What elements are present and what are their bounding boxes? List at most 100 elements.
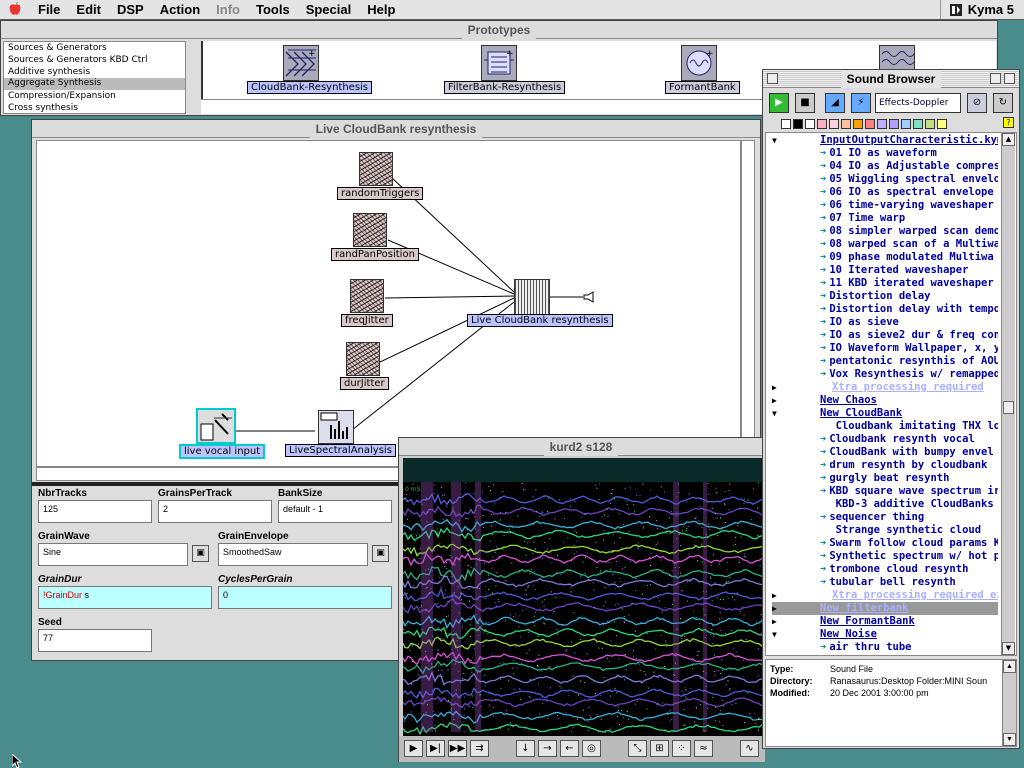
scroll-down-icon[interactable]: ▼ [1002, 642, 1015, 655]
menu-tools[interactable]: Tools [248, 2, 298, 17]
disclosure-open-icon[interactable]: ▼ [772, 630, 784, 639]
dur-jitter-node-label[interactable]: durJitter [340, 377, 389, 390]
info-scrollbar[interactable]: ▲ ▼ [1002, 660, 1016, 746]
sound-folder-row[interactable]: ▶ New FormantBank [772, 615, 998, 628]
sound-file-row[interactable]: ▶ New filterbank [772, 602, 998, 615]
grain-wave-disk-icon[interactable]: ▣ [192, 545, 209, 562]
help-icon[interactable]: ? [1003, 117, 1014, 128]
signal-flow-vscroll[interactable] [741, 140, 755, 467]
sound-file-row[interactable]: ➔ 01 IO as waveform [772, 147, 998, 160]
sound-file-row[interactable]: KBD-3 additive CloudBanks [772, 498, 998, 511]
color-swatch[interactable] [865, 119, 875, 129]
color-swatch[interactable] [937, 119, 947, 129]
disclosure-closed-icon[interactable]: ▶ [772, 396, 784, 405]
spectral-analysis-node-icon[interactable] [318, 410, 354, 444]
left-arrow-icon[interactable]: ← [560, 740, 579, 757]
grain-dur-field[interactable]: !GrainDur s [38, 586, 212, 609]
random-triggers-node-label[interactable]: randomTriggers [337, 187, 424, 200]
spectrum-titlebar[interactable]: kurd2 s128 [399, 438, 763, 456]
category-item[interactable]: Cross synthesis [8, 103, 78, 113]
color-swatch[interactable] [901, 119, 911, 129]
collapse-box-icon[interactable] [1004, 73, 1015, 84]
scroll-thumb[interactable] [1003, 401, 1014, 414]
sound-file-row[interactable]: ➔ 10 Iterated waveshaper [772, 264, 998, 277]
category-item[interactable]: Compression/Expansion [8, 91, 116, 101]
live-vocal-node-icon[interactable] [196, 408, 236, 444]
menu-special[interactable]: Special [298, 2, 360, 17]
color-swatch[interactable] [853, 119, 863, 129]
sound-file-row[interactable]: ➔ Vox Resynthesis w/ remapped [772, 368, 998, 381]
play-sync-icon[interactable]: ⇉ [470, 740, 489, 757]
category-item-selected[interactable]: Aggregate Synthesis [4, 78, 185, 90]
menu-file[interactable]: File [30, 2, 68, 17]
close-box-icon[interactable] [767, 73, 778, 84]
sound-folder-row[interactable]: ▶ New Chaos [772, 394, 998, 407]
sound-file-row[interactable]: ➔ 07 Time warp [772, 212, 998, 225]
sound-file-row[interactable]: ➔ 06 time-varying waveshaper [772, 199, 998, 212]
sound-file-row[interactable]: ▶ Xtra processing required [772, 381, 998, 394]
color-swatch[interactable] [793, 119, 803, 129]
cycles-field[interactable]: 0 [218, 586, 392, 609]
color-swatch[interactable] [889, 119, 899, 129]
color-swatch[interactable] [913, 119, 923, 129]
disclosure-open-icon[interactable]: ▼ [772, 136, 784, 145]
sound-file-row[interactable]: ➔ 08 warped scan of a Multiway [772, 238, 998, 251]
sound-file-list[interactable]: ▼ InputOutputCharacteristic.kym ➔ 01 IO as … [765, 132, 1017, 656]
compile-icon[interactable]: ⚡ [851, 93, 871, 113]
disclosure-open-icon[interactable]: ▼ [772, 409, 784, 418]
sound-folder-row[interactable]: ▼ New Noise [772, 628, 998, 641]
sound-file-row[interactable]: ➔ IO Waveform Wallpaper, x, y [772, 342, 998, 355]
zoom-box-icon[interactable] [990, 73, 1001, 84]
info-scroll-down-icon[interactable]: ▼ [1003, 733, 1016, 746]
sound-browser-titlebar[interactable]: Sound Browser [763, 70, 1019, 88]
menu-edit[interactable]: Edit [68, 2, 109, 17]
app-switcher[interactable]: Kyma 5 [939, 0, 1024, 19]
filterbank-prototype-label[interactable]: FilterBank-Resynthesis [444, 81, 566, 94]
sound-file-row[interactable]: ➔ Synthetic spectrum w/ hot pi [772, 550, 998, 563]
filterbank-prototype-icon[interactable]: + [481, 45, 517, 81]
sound-file-row[interactable]: ➔ tubular bell resynth [772, 576, 998, 589]
sound-folder-row[interactable]: ▼ New CloudBank [772, 407, 998, 420]
color-swatch[interactable] [829, 119, 839, 129]
seed-field[interactable]: 77 [38, 629, 152, 652]
color-swatch[interactable] [817, 119, 827, 129]
sound-file-row[interactable]: ➔ trombone cloud resynth [772, 563, 998, 576]
sound-list-scrollbar[interactable]: ▲ ▼ [1001, 133, 1015, 655]
sound-file-row[interactable]: Cloudbank imitating THX logo [772, 420, 998, 433]
editor-titlebar[interactable]: Live CloudBank resynthesis [32, 120, 760, 138]
menu-info[interactable]: Info [208, 2, 248, 17]
apple-menu-icon[interactable] [0, 0, 30, 19]
sound-file-row[interactable]: ➔ sequencer thing [772, 511, 998, 524]
formantbank-prototype-icon[interactable]: + [681, 45, 717, 81]
sine-icon[interactable]: ∿ [740, 740, 759, 757]
sound-file-row[interactable]: ➔ gurgly beat resynth [772, 472, 998, 485]
zoom-icon[interactable]: ⤡ [628, 740, 647, 757]
spectrum-display[interactable]: 0 mS [403, 458, 763, 736]
sound-file-row[interactable]: ➔ 09 phase modulated Multiwa [772, 251, 998, 264]
sound-file-row[interactable]: ➔ 05 Wiggling spectral envelop [772, 173, 998, 186]
sound-file-row[interactable]: ➔ Distortion delay [772, 290, 998, 303]
sound-file-row[interactable]: ➔ air thru tube [772, 641, 998, 654]
rand-pan-node-label[interactable]: randPanPosition [331, 248, 419, 261]
sound-file-row[interactable]: ➔ 11 KBD iterated waveshaper [772, 277, 998, 290]
right-arrow-icon[interactable]: → [538, 740, 557, 757]
effect-field[interactable]: Effects-Doppler [875, 93, 961, 113]
menu-action[interactable]: Action [152, 2, 208, 17]
grain-env-field[interactable]: SmoothedSaw [218, 543, 368, 566]
sound-file-row[interactable]: ➔ IO as sieve2 dur & freq contr [772, 329, 998, 342]
formantbank-prototype-label[interactable]: FormantBank [665, 81, 740, 94]
disclosure-closed-icon[interactable]: ▶ [772, 617, 784, 626]
grid-icon[interactable]: ⊞ [650, 740, 669, 757]
live-cloudbank-node-icon[interactable] [514, 279, 550, 315]
freq-jitter-node-icon[interactable] [350, 279, 384, 313]
sound-file-row[interactable]: ➔ Distortion delay with tempo [772, 303, 998, 316]
sound-folder-row[interactable]: ▼ InputOutputCharacteristic.kym [772, 134, 998, 147]
cloudbank-prototype-label[interactable]: CloudBank-Resynthesis [247, 81, 373, 94]
edit-graph-icon[interactable]: ◢ [825, 93, 845, 113]
spectral-analysis-node-label[interactable]: LiveSpectralAnalysis [285, 444, 396, 457]
category-item[interactable]: Sources & Generators [8, 43, 107, 53]
dots-icon[interactable]: ⁘ [672, 740, 691, 757]
color-swatch[interactable] [781, 119, 791, 129]
random-triggers-node-icon[interactable] [359, 152, 393, 186]
grain-env-disk-icon[interactable]: ▣ [372, 545, 389, 562]
